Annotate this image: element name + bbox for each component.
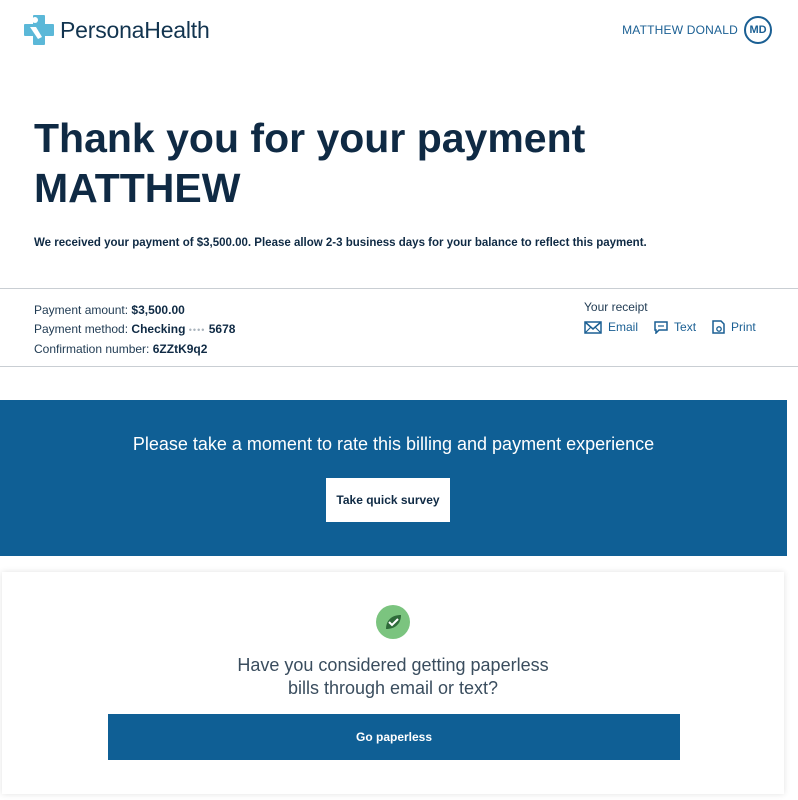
receipt-label: Your receipt <box>584 300 648 314</box>
take-survey-button[interactable]: Take quick survey <box>326 478 450 522</box>
confirmation-number-value: 6ZZtK9q2 <box>152 342 208 356</box>
print-receipt-link[interactable]: Print <box>712 320 756 334</box>
divider-top <box>0 288 798 289</box>
top-header: PersonaHealth MATTHEW DONALD MD <box>0 0 798 62</box>
account-mask: •••• <box>188 325 206 335</box>
payment-received-message: We received your payment of $3,500.00. P… <box>34 237 647 249</box>
payment-method-value: Checking <box>131 322 186 336</box>
envelope-icon <box>584 320 602 334</box>
receipt-options: Your receipt Email Text Print <box>584 300 772 334</box>
receipt-links: Email Text Print <box>584 320 772 334</box>
survey-banner: Please take a moment to rate this billin… <box>0 400 787 556</box>
logo-text-health: Health <box>144 16 210 43</box>
email-receipt-label: Email <box>608 320 639 334</box>
confirmation-number-label: Confirmation number: <box>34 342 150 356</box>
payment-details: Payment amount: $3,500.00 Payment method… <box>34 301 235 359</box>
print-document-icon <box>712 320 725 334</box>
go-paperless-button[interactable]: Go paperless <box>108 714 680 760</box>
payment-method-label: Payment method: <box>34 322 129 336</box>
page-title: Thank you for your payment MATTHEW <box>34 113 585 213</box>
user-menu[interactable]: MATTHEW DONALD MD <box>622 16 772 44</box>
leaf-check-icon <box>376 605 410 639</box>
email-receipt-link[interactable]: Email <box>584 320 638 334</box>
paperless-question-line2: bills through email or text? <box>287 678 499 698</box>
avatar[interactable]: MD <box>744 16 772 44</box>
paperless-question-line1: Have you considered getting paperless <box>237 655 549 675</box>
personahealth-logo[interactable]: PersonaHealth <box>22 13 210 47</box>
logo-wordmark: PersonaHealth <box>60 17 210 44</box>
payment-amount-value: $3,500.00 <box>131 303 185 317</box>
medical-cross-logo-icon <box>22 13 56 47</box>
divider-bottom <box>0 366 798 367</box>
account-last4: 5678 <box>208 322 236 336</box>
payment-method-row: Payment method: Checking •••• 5678 <box>34 320 235 340</box>
paperless-question: Have you considered getting paperless bi… <box>2 654 784 700</box>
payment-amount-label: Payment amount: <box>34 303 129 317</box>
text-receipt-link[interactable]: Text <box>654 320 696 334</box>
page-title-line1: Thank you for your payment <box>34 115 586 161</box>
survey-prompt: Please take a moment to rate this billin… <box>132 434 655 454</box>
confirmation-number-row: Confirmation number: 6ZZtK9q2 <box>34 340 235 359</box>
print-receipt-label: Print <box>731 320 756 334</box>
chat-bubble-icon <box>654 320 668 334</box>
user-name[interactable]: MATTHEW DONALD <box>622 23 738 37</box>
logo-text-persona: Persona <box>60 16 145 43</box>
page-title-name: MATTHEW <box>34 165 241 211</box>
payment-amount-row: Payment amount: $3,500.00 <box>34 301 235 320</box>
paperless-card: Have you considered getting paperless bi… <box>2 572 784 794</box>
text-receipt-label: Text <box>674 320 697 334</box>
